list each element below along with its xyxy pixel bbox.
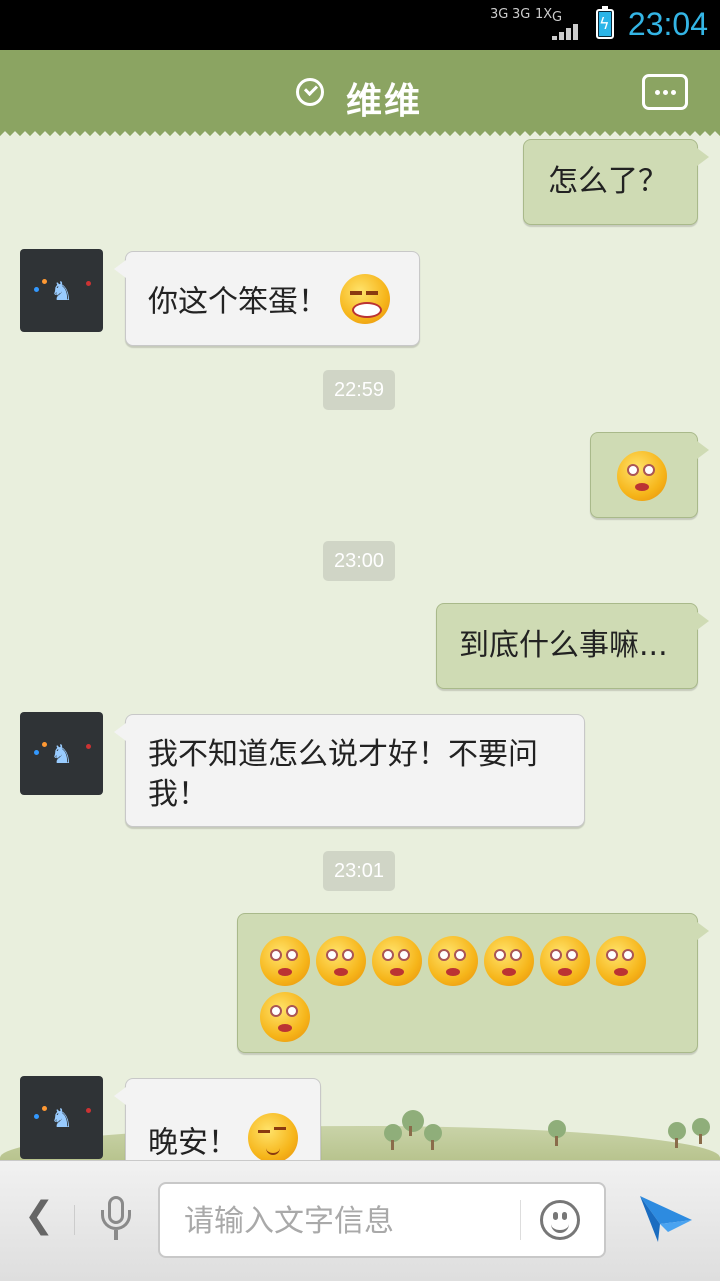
- smiley-icon[interactable]: [540, 1200, 580, 1240]
- avatar-figure-icon: ♞: [50, 277, 74, 307]
- dizzy-face-icon: [372, 935, 422, 986]
- message-text: 我不知道怎么说才好！不要问我！: [148, 737, 538, 812]
- message-text: 到底什么事嘛...: [459, 628, 668, 663]
- avatar-figure-icon: ♞: [50, 1104, 74, 1134]
- message-bubble-received[interactable]: 你这个笨蛋！: [114, 251, 420, 346]
- divider: [74, 1205, 75, 1235]
- avatar-figure-icon: ♞: [50, 740, 74, 770]
- send-icon[interactable]: [638, 1194, 694, 1244]
- network-type: 3G: [490, 7, 509, 22]
- background-hills: [0, 1126, 720, 1164]
- dizzy-face-icon: [596, 935, 646, 986]
- dizzy-face-icon: [260, 935, 310, 986]
- message-bubble-sent[interactable]: [237, 913, 709, 1053]
- smirk-face-icon: [247, 1113, 298, 1163]
- dizzy-face-icon: [260, 991, 310, 1042]
- dizzy-face-icon: [617, 451, 667, 501]
- tree-icon: [548, 1120, 566, 1146]
- timestamp: 23:00: [323, 541, 396, 581]
- page-title: 维维: [346, 81, 423, 122]
- chat-menu-button[interactable]: [642, 74, 688, 110]
- tree-icon: [384, 1124, 402, 1150]
- dizzy-face-icon: [540, 935, 590, 986]
- clock: 23:04: [627, 6, 708, 42]
- network-type: 3G: [512, 7, 531, 22]
- message-input-container: [158, 1182, 606, 1258]
- dizzy-face-icon: [428, 935, 478, 986]
- message-bubble-received[interactable]: 我不知道怎么说才好！不要问我！: [114, 714, 585, 827]
- message-text: 你这个笨蛋！: [148, 284, 328, 320]
- network-type: 1X: [535, 7, 553, 22]
- avatar[interactable]: ♞: [20, 1076, 103, 1159]
- avatar[interactable]: ♞: [20, 249, 103, 332]
- message-bubble-sent[interactable]: [590, 432, 709, 518]
- tree-icon: [402, 1110, 424, 1136]
- check-circle-icon: [296, 78, 324, 106]
- message-bubble-sent[interactable]: 怎么了？: [523, 139, 709, 225]
- back-arrow-icon[interactable]: ❮: [24, 1195, 54, 1236]
- message-text: 晚安！: [148, 1125, 238, 1161]
- network-type: G: [552, 10, 563, 25]
- tree-icon: [668, 1122, 686, 1148]
- microphone-icon[interactable]: [99, 1196, 133, 1242]
- tree-icon: [692, 1118, 710, 1144]
- message-text: 怎么了？: [548, 164, 668, 199]
- message-bubble-received[interactable]: 晚安！: [114, 1078, 321, 1173]
- avatar[interactable]: ♞: [20, 712, 103, 795]
- timestamp: 22:59: [323, 370, 396, 410]
- timestamp: 23:01: [323, 851, 396, 891]
- message-bubble-sent[interactable]: 到底什么事嘛...: [436, 603, 709, 689]
- signal-icon: [552, 24, 582, 40]
- tree-icon: [424, 1124, 442, 1150]
- laughing-face-icon: [339, 274, 390, 324]
- dizzy-face-icon: [484, 935, 534, 986]
- battery-icon: ϟ: [596, 6, 614, 39]
- dizzy-face-icon: [316, 935, 366, 986]
- status-bar: 3G 3G 1X G ϟ 23:04: [0, 0, 720, 50]
- message-input[interactable]: [182, 1198, 506, 1244]
- divider: [520, 1200, 521, 1240]
